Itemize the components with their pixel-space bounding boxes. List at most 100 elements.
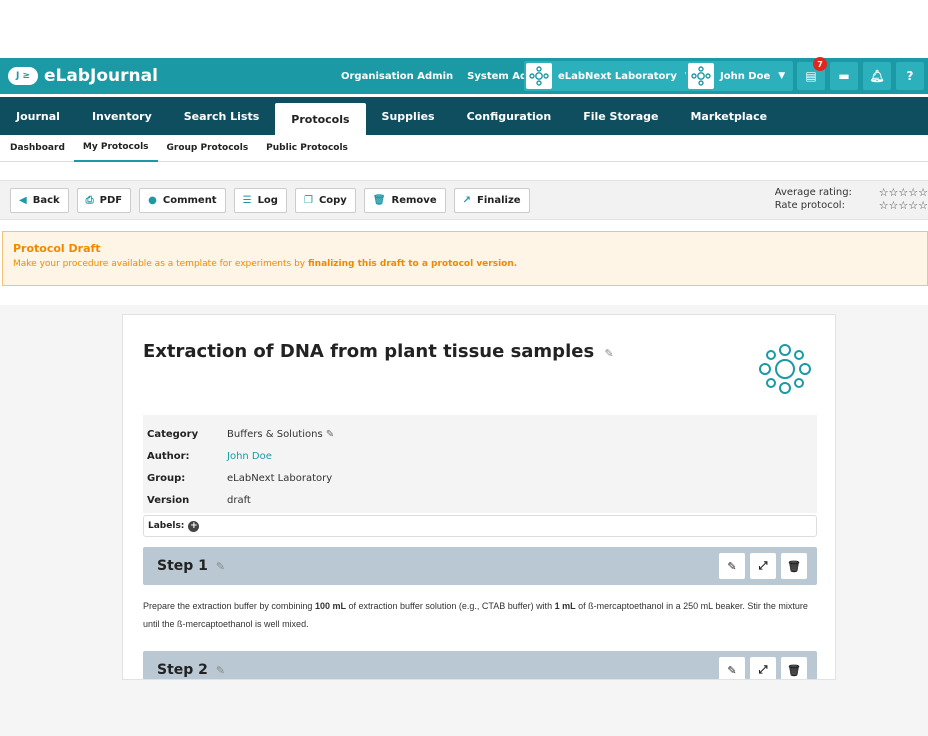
nav-supplies[interactable]: Supplies bbox=[366, 97, 451, 135]
user-menu[interactable]: John Doe ▼ bbox=[686, 61, 794, 91]
step-text-bold: 1 mL bbox=[554, 601, 576, 611]
meta-category-row: Category Buffers & Solutions ✎ bbox=[143, 423, 817, 445]
nav-protocols[interactable]: Protocols bbox=[275, 103, 366, 135]
app-name: eLabJournal bbox=[44, 66, 158, 86]
pdf-button[interactable]: ⎙ PDF bbox=[76, 187, 132, 213]
bell-icon: 🔔︎ bbox=[869, 69, 885, 83]
chevron-down-icon: ▼ bbox=[778, 71, 786, 81]
labels-label: Labels: bbox=[148, 521, 185, 531]
subnav-public-protocols[interactable]: Public Protocols bbox=[257, 135, 357, 162]
admin-links: Organisation Admin System Admin bbox=[341, 58, 548, 94]
finalize-label: Finalize bbox=[477, 194, 521, 206]
step-2-header: Step 2 ✎ ✎ ⤢ 🗑︎ bbox=[143, 651, 817, 679]
protocol-toolbar: ◀ Back ⎙ PDF ● Comment ☰ Log ❐ Copy 🗑︎ Remove … bbox=[0, 180, 928, 220]
trash-icon: 🗑︎ bbox=[787, 559, 801, 573]
comment-button[interactable]: ● Comment bbox=[139, 187, 226, 213]
notification-count-badge: 7 bbox=[813, 57, 827, 71]
category-value-text: Buffers & Solutions bbox=[227, 428, 323, 440]
inbox-icon: ▤ bbox=[805, 69, 817, 83]
subnav-group-protocols[interactable]: Group Protocols bbox=[158, 135, 258, 162]
meta-author-row: Author: John Doe bbox=[143, 445, 817, 467]
draft-text: Make your procedure available as a templ… bbox=[13, 259, 917, 269]
top-bar: J ≥ eLabJournal Organisation Admin Syste… bbox=[0, 57, 928, 94]
meta-author-key: Author: bbox=[147, 450, 190, 462]
protocol-molecule-icon bbox=[757, 343, 813, 398]
alerts-button[interactable]: 🔔︎ bbox=[863, 62, 891, 90]
step-text-bold: 100 mL bbox=[314, 601, 346, 611]
subnav-my-protocols[interactable]: My Protocols bbox=[73, 135, 158, 162]
lab-molecule-icon bbox=[526, 63, 552, 89]
nav-search-lists[interactable]: Search Lists bbox=[168, 97, 276, 135]
edit-step-button[interactable]: ✎ bbox=[719, 553, 745, 579]
meta-group-row: Group: eLabNext Laboratory bbox=[143, 467, 817, 489]
edit-title-pencil-icon[interactable]: ✎ bbox=[604, 347, 613, 360]
finalize-button[interactable]: ↗ Finalize bbox=[453, 187, 530, 213]
edit-category-pencil-icon[interactable]: ✎ bbox=[326, 429, 334, 440]
step-2-title: Step 2 bbox=[157, 662, 208, 678]
nav-journal[interactable]: Journal bbox=[0, 97, 76, 135]
rate-protocol-label: Rate protocol: bbox=[774, 200, 845, 211]
copy-button[interactable]: ❐ Copy bbox=[294, 187, 356, 213]
lab-selector[interactable]: eLabNext Laboratory ▼ bbox=[524, 61, 700, 91]
lab-selector-label: eLabNext Laboratory bbox=[558, 70, 677, 82]
pencil-icon: ✎ bbox=[727, 559, 737, 573]
meta-version-value: draft bbox=[227, 494, 251, 506]
delete-step-button[interactable]: 🗑︎ bbox=[781, 553, 807, 579]
meta-category-key: Category bbox=[147, 428, 199, 440]
step-2-actions: ✎ ⤢ 🗑︎ bbox=[719, 657, 807, 679]
copy-icon: ❐ bbox=[303, 194, 313, 206]
expand-icon: ⤢ bbox=[758, 559, 768, 572]
copy-label: Copy bbox=[318, 194, 347, 206]
organisation-admin-link[interactable]: Organisation Admin bbox=[341, 71, 453, 82]
pencil-icon: ✎ bbox=[727, 663, 737, 677]
protocol-metadata: Category Buffers & Solutions ✎ Author: J… bbox=[143, 415, 817, 513]
meta-version-key: Version bbox=[147, 494, 190, 506]
subnav-dashboard[interactable]: Dashboard bbox=[0, 135, 74, 162]
meta-group-value: eLabNext Laboratory bbox=[227, 472, 333, 484]
nav-marketplace[interactable]: Marketplace bbox=[674, 97, 783, 135]
finalize-draft-link[interactable]: finalizing this draft to a protocol vers… bbox=[308, 259, 517, 269]
expand-step-button[interactable]: ⤢ bbox=[750, 553, 776, 579]
main-navigation: Journal Inventory Search Lists Protocols… bbox=[0, 97, 928, 135]
messages-button[interactable]: ▬ bbox=[830, 62, 858, 90]
list-icon: ☰ bbox=[242, 194, 252, 206]
message-icon: ▬ bbox=[838, 69, 850, 83]
protocol-title: Extraction of DNA from plant tissue samp… bbox=[143, 341, 614, 362]
step-1-actions: ✎ ⤢ 🗑︎ bbox=[719, 553, 807, 579]
notifications-button[interactable]: ▤ 7 bbox=[797, 57, 827, 90]
nav-file-storage[interactable]: File Storage bbox=[567, 97, 674, 135]
back-label: Back bbox=[32, 194, 60, 206]
expand-icon: ⤢ bbox=[758, 663, 768, 676]
delete-step-button[interactable]: 🗑︎ bbox=[781, 657, 807, 679]
remove-button[interactable]: 🗑︎ Remove bbox=[363, 187, 446, 213]
comment-label: Comment bbox=[162, 194, 217, 206]
rate-protocol-stars[interactable]: ☆☆☆☆☆ bbox=[879, 199, 928, 212]
edit-step-pencil-icon[interactable]: ✎ bbox=[216, 664, 225, 677]
nav-inventory[interactable]: Inventory bbox=[76, 97, 168, 135]
back-icon: ◀ bbox=[19, 194, 27, 206]
nav-configuration[interactable]: Configuration bbox=[451, 97, 568, 135]
step-1-title: Step 1 bbox=[157, 558, 208, 574]
log-button[interactable]: ☰ Log bbox=[233, 187, 287, 213]
step-text-part: Prepare the extraction buffer by combini… bbox=[143, 601, 315, 611]
add-label-plus-icon[interactable]: + bbox=[188, 520, 200, 532]
edit-step-button[interactable]: ✎ bbox=[719, 657, 745, 679]
protocol-draft-notice: Protocol Draft Make your procedure avail… bbox=[2, 231, 928, 286]
expand-step-button[interactable]: ⤢ bbox=[750, 657, 776, 679]
help-button[interactable]: ? bbox=[896, 62, 924, 90]
draft-text-prefix: Make your procedure available as a templ… bbox=[13, 259, 308, 269]
export-icon: ↗ bbox=[462, 194, 471, 206]
user-molecule-icon bbox=[688, 63, 714, 89]
user-name: John Doe bbox=[720, 70, 771, 82]
edit-step-pencil-icon[interactable]: ✎ bbox=[216, 560, 225, 573]
back-button[interactable]: ◀ Back bbox=[10, 187, 69, 213]
step-text-part: of extraction buffer solution (e.g., CTA… bbox=[345, 601, 555, 611]
pdf-label: PDF bbox=[99, 194, 123, 206]
trash-icon: 🗑︎ bbox=[787, 663, 801, 677]
meta-version-row: Version draft bbox=[143, 489, 817, 511]
step-1-text: Prepare the extraction buffer by combini… bbox=[143, 597, 817, 633]
remove-label: Remove bbox=[391, 194, 437, 206]
app-logo[interactable]: J ≥ eLabJournal bbox=[8, 66, 158, 86]
meta-author-link[interactable]: John Doe bbox=[227, 451, 272, 462]
average-rating-label: Average rating: bbox=[774, 187, 852, 198]
